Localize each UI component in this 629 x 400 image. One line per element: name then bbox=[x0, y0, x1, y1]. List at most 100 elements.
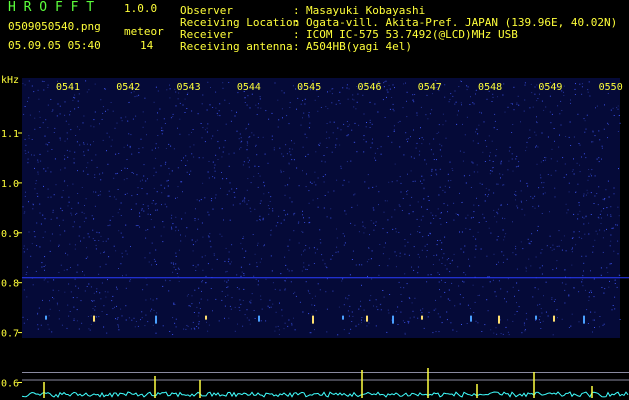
noise-speck bbox=[184, 112, 186, 113]
noise-speck bbox=[449, 98, 451, 100]
noise-speck bbox=[516, 155, 518, 157]
noise-speck bbox=[283, 171, 285, 172]
noise-speck bbox=[551, 148, 553, 150]
noise-speck bbox=[135, 203, 137, 205]
noise-speck bbox=[305, 245, 307, 246]
noise-speck bbox=[225, 247, 227, 249]
antenna-colon: : bbox=[293, 40, 300, 53]
noise-speck bbox=[422, 236, 424, 238]
noise-speck bbox=[420, 127, 421, 129]
noise-speck bbox=[31, 243, 33, 245]
noise-speck bbox=[251, 132, 253, 134]
noise-speck bbox=[96, 291, 98, 293]
noise-speck bbox=[56, 115, 58, 117]
noise-speck bbox=[226, 194, 228, 196]
noise-speck bbox=[116, 172, 118, 174]
noise-speck bbox=[142, 204, 144, 205]
noise-speck bbox=[378, 265, 380, 266]
noise-speck bbox=[274, 82, 276, 84]
noise-speck bbox=[549, 95, 551, 97]
noise-speck bbox=[594, 175, 596, 177]
noise-speck bbox=[73, 221, 75, 223]
noise-speck bbox=[590, 214, 592, 215]
noise-speck bbox=[453, 253, 455, 255]
noise-speck bbox=[491, 140, 493, 142]
noise-speck bbox=[542, 160, 544, 162]
noise-speck bbox=[540, 177, 542, 179]
noise-speck bbox=[413, 269, 415, 271]
noise-speck bbox=[537, 98, 539, 99]
noise-speck bbox=[404, 253, 406, 255]
noise-speck bbox=[50, 99, 52, 100]
noise-speck bbox=[136, 174, 138, 176]
noise-speck bbox=[316, 248, 318, 250]
noise-speck bbox=[444, 84, 446, 86]
noise-speck bbox=[199, 308, 201, 310]
noise-speck bbox=[317, 206, 319, 208]
noise-speck bbox=[614, 308, 616, 310]
noise-speck bbox=[527, 238, 529, 240]
noise-speck bbox=[177, 276, 179, 278]
noise-speck bbox=[486, 299, 488, 301]
noise-speck bbox=[87, 233, 89, 235]
noise-speck bbox=[155, 86, 157, 88]
noise-speck bbox=[583, 118, 585, 120]
noise-speck bbox=[100, 235, 102, 237]
noise-speck bbox=[289, 102, 291, 104]
noise-speck bbox=[94, 177, 96, 178]
noise-speck bbox=[270, 196, 272, 198]
noise-speck bbox=[95, 248, 97, 250]
noise-speck bbox=[321, 160, 323, 162]
noise-speck bbox=[53, 279, 55, 281]
noise-speck bbox=[335, 144, 337, 146]
noise-speck bbox=[111, 300, 113, 302]
noise-speck bbox=[498, 261, 499, 263]
noise-speck bbox=[389, 294, 391, 295]
noise-speck bbox=[540, 308, 542, 310]
noise-speck bbox=[139, 226, 140, 228]
noise-speck bbox=[413, 129, 414, 131]
noise-speck bbox=[416, 218, 418, 220]
noise-speck bbox=[133, 172, 134, 174]
noise-speck bbox=[78, 93, 80, 95]
noise-speck bbox=[281, 315, 283, 317]
noise-speck bbox=[51, 331, 53, 333]
noise-speck bbox=[528, 242, 530, 244]
noise-speck bbox=[346, 84, 348, 86]
noise-speck bbox=[66, 269, 68, 271]
noise-speck bbox=[342, 87, 344, 89]
noise-speck bbox=[74, 97, 76, 99]
noise-speck bbox=[469, 104, 471, 105]
noise-speck bbox=[393, 131, 395, 132]
noise-speck bbox=[614, 296, 616, 298]
noise-speck bbox=[368, 247, 370, 249]
noise-speck bbox=[94, 83, 96, 85]
noise-speck bbox=[426, 94, 428, 96]
noise-speck bbox=[76, 309, 78, 311]
noise-speck bbox=[613, 250, 615, 252]
noise-speck bbox=[412, 99, 414, 101]
noise-speck bbox=[326, 131, 328, 133]
noise-speck bbox=[540, 161, 542, 163]
noise-speck bbox=[279, 147, 281, 149]
noise-speck bbox=[441, 242, 443, 244]
noise-speck bbox=[524, 330, 526, 332]
noise-speck bbox=[142, 126, 144, 128]
noise-speck bbox=[169, 84, 170, 86]
noise-speck bbox=[404, 322, 406, 323]
noise-speck bbox=[400, 294, 402, 295]
noise-speck bbox=[597, 216, 599, 218]
noise-speck bbox=[53, 298, 55, 300]
noise-speck bbox=[407, 138, 409, 140]
noise-speck bbox=[571, 248, 573, 250]
noise-speck bbox=[222, 151, 224, 153]
noise-speck bbox=[140, 138, 142, 140]
noise-speck bbox=[260, 295, 262, 297]
noise-speck bbox=[196, 326, 198, 327]
noise-speck bbox=[141, 311, 143, 313]
noise-speck bbox=[344, 210, 346, 212]
noise-speck bbox=[603, 128, 605, 130]
noise-speck bbox=[197, 113, 199, 115]
noise-speck bbox=[64, 114, 66, 116]
noise-speck bbox=[572, 247, 573, 249]
